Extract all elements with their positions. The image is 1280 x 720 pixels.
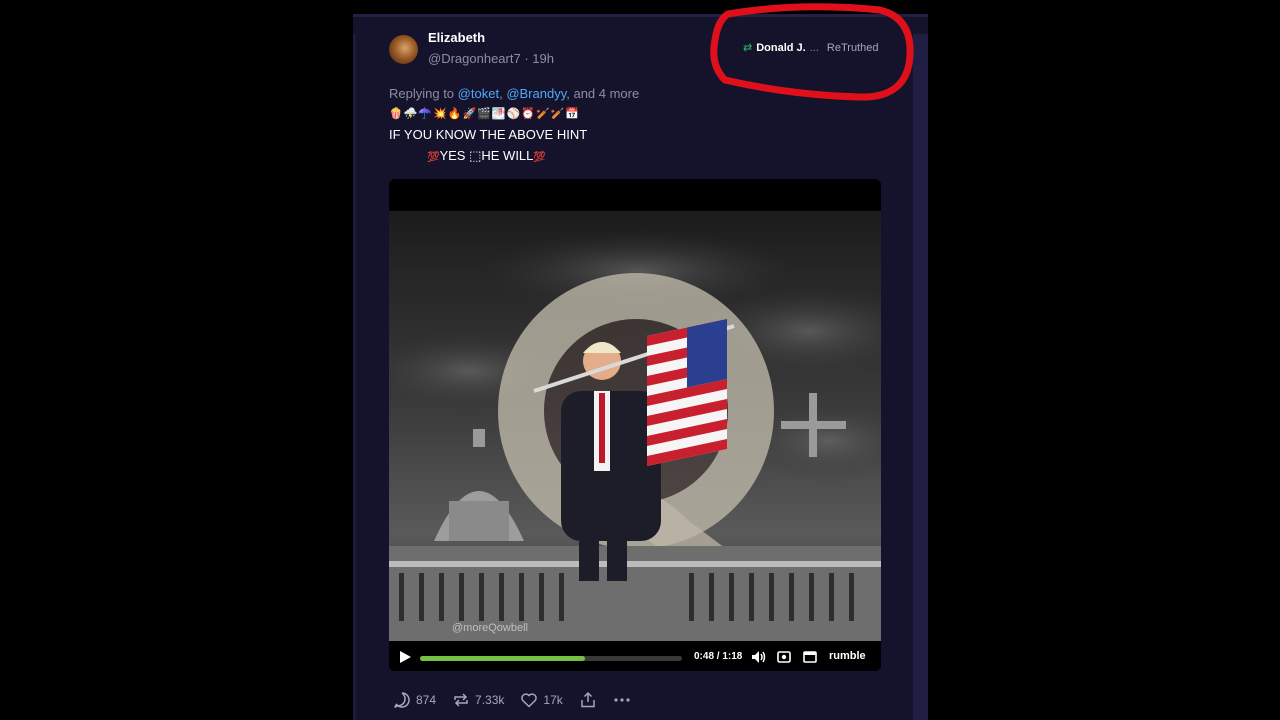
- progress-bar[interactable]: [420, 656, 682, 661]
- retruth-indicator[interactable]: ⇄ Donald J. ... ReTruthed: [743, 41, 879, 55]
- like-count: 17k: [543, 693, 563, 707]
- post-card: Elizabeth @Dragonheart7 · 19h ⇄ Donald J…: [353, 14, 928, 720]
- like-button[interactable]: 17k: [520, 691, 563, 709]
- more-button[interactable]: [613, 691, 631, 709]
- hundred-emoji: 💯: [427, 152, 440, 163]
- pip-icon[interactable]: [803, 651, 817, 663]
- retruth-icon: ⇄: [743, 42, 753, 54]
- hundred-emoji: 💯: [533, 152, 546, 163]
- rumble-logo[interactable]: rumble: [829, 650, 866, 662]
- retruth-ellipsis: ...: [809, 41, 819, 54]
- settings-icon[interactable]: [777, 650, 791, 664]
- mention-link[interactable]: @toket: [458, 86, 499, 101]
- post-text-yes: YES: [439, 148, 470, 163]
- mention-comma: ,: [499, 86, 503, 101]
- video-player[interactable]: @moreQowbell 0:48 / 1:18 rumble: [389, 179, 881, 671]
- reply-count: 874: [416, 693, 437, 707]
- reply-icon: [394, 692, 410, 708]
- video-time: 0:48 / 1:18: [694, 651, 743, 662]
- emoji-hint-line: 🍿⛈️☂️💥🔥🚀🎬🌁⚾⏰🏏🏏📅: [389, 108, 581, 120]
- timestamp[interactable]: 19h: [532, 51, 554, 66]
- volume-icon[interactable]: [751, 650, 767, 664]
- post-text-line-1: IF YOU KNOW THE ABOVE HINT: [389, 127, 588, 142]
- retruth-label: ReTruthed: [826, 41, 879, 54]
- author-handle[interactable]: @Dragonheart7: [428, 51, 521, 66]
- author-name[interactable]: Elizabeth: [428, 30, 485, 45]
- mention-link[interactable]: @Brandyy: [506, 86, 566, 101]
- replying-prefix: Replying to: [389, 86, 455, 101]
- play-icon[interactable]: [398, 650, 412, 664]
- like-icon: [521, 693, 538, 708]
- replying-to: Replying to @toket, @Brandyy, and 4 more: [389, 86, 639, 101]
- share-icon: [581, 691, 595, 708]
- video-watermark: @moreQowbell: [452, 622, 528, 634]
- card-scroll-rail: [913, 34, 928, 720]
- post-text-line-2: 💯YES ⬚HE WILL💯: [427, 148, 546, 164]
- placeholder-glyph: ⬚: [469, 148, 482, 163]
- retruth-button[interactable]: 7.33k: [452, 691, 504, 709]
- author-handle-line: @Dragonheart7 · 19h: [428, 51, 554, 66]
- post-text-he-will: HE WILL: [481, 148, 534, 163]
- video-frame[interactable]: [389, 211, 881, 641]
- retruth-count: 7.33k: [475, 693, 505, 707]
- avatar[interactable]: [389, 35, 418, 64]
- replying-suffix[interactable]: , and 4 more: [566, 86, 639, 101]
- card-left-edge: [353, 34, 356, 720]
- progress-fill: [420, 656, 586, 661]
- video-controls: 0:48 / 1:18 rumble: [389, 644, 881, 671]
- share-button[interactable]: [579, 691, 597, 709]
- separator: ·: [524, 51, 529, 66]
- retruth-name[interactable]: Donald J.: [756, 42, 806, 54]
- action-bar: 874 7.33k 17k: [393, 690, 647, 710]
- retruth-icon: [454, 693, 468, 707]
- card-top-edge: [353, 14, 928, 17]
- more-icon: [614, 698, 630, 702]
- reply-button[interactable]: 874: [393, 691, 436, 709]
